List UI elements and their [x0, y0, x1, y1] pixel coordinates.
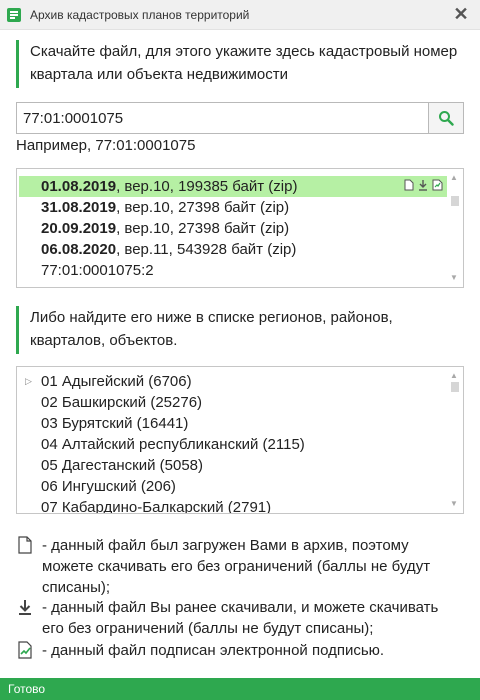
region-item[interactable]: 02 Башкирский (25276): [17, 392, 447, 413]
expand-arrow-icon[interactable]: ▷: [25, 371, 32, 392]
signature-icon: [18, 641, 32, 659]
example-hint: Например, 77:01:0001075: [16, 137, 196, 154]
file-date: 31.08.2019: [41, 199, 117, 216]
legend-downloaded: - данный файл Вы ранее скачивали, и може…: [16, 597, 464, 639]
legend-uploaded: - данный файл был загружен Вами в архив,…: [16, 535, 464, 597]
file-info: , вер.10, 27398 байт (zip): [116, 220, 290, 237]
download-icon: [19, 600, 31, 615]
file-info: , вер.10, 199385 байт (zip): [116, 178, 298, 195]
region-label: 03 Бурятский (16441): [41, 415, 189, 432]
instruction-top: Скачайте файл, для этого укажите здесь к…: [16, 40, 464, 88]
file-item[interactable]: 31.08.2019, вер.10, 27398 байт (zip): [19, 197, 447, 218]
file-date: 20.09.2019: [41, 220, 117, 237]
region-tree-scrollbar[interactable]: ▲ ▼: [448, 368, 462, 512]
file-item[interactable]: 01.08.2019, вер.10, 199385 байт (zip): [19, 176, 447, 197]
file-list[interactable]: 01.08.2019, вер.10, 199385 байт (zip) 31…: [16, 168, 464, 288]
file-info: , вер.10, 27398 байт (zip): [116, 199, 290, 216]
file-date: 06.08.2020: [41, 241, 117, 258]
region-label: 06 Ингушский (206): [41, 478, 176, 495]
status-bar: Готово: [0, 678, 480, 700]
legend-text: - данный файл Вы ранее скачивали, и може…: [42, 599, 439, 637]
region-label: 02 Башкирский (25276): [41, 394, 203, 411]
scroll-up-icon[interactable]: ▲: [450, 173, 458, 183]
cadastral-number-input[interactable]: [16, 102, 429, 134]
search-bar: [16, 102, 464, 134]
document-icon: [18, 536, 32, 554]
region-label: 04 Алтайский республиканский (2115): [41, 436, 305, 453]
search-button[interactable]: [429, 102, 464, 134]
region-label: 01 Адыгейский (6706): [41, 373, 192, 390]
legend-text: - данный файл был загружен Вами в архив,…: [42, 537, 431, 596]
region-item[interactable]: 05 Дагестанский (5058): [17, 455, 447, 476]
legend-signed: - данный файл подписан электронной подпи…: [16, 640, 464, 662]
app-icon: [7, 8, 21, 22]
object-number: 77:01:0001075:2: [41, 262, 154, 279]
file-info: , вер.11, 543928 байт (zip): [116, 241, 297, 258]
scroll-down-icon[interactable]: ▼: [450, 273, 458, 283]
file-item[interactable]: 06.08.2020, вер.11, 543928 байт (zip): [19, 239, 447, 260]
region-item[interactable]: 07 Кабардино-Балкарский (2791): [17, 497, 447, 513]
close-icon[interactable]: ✕: [450, 3, 472, 25]
search-icon: [439, 111, 454, 126]
region-tree[interactable]: ▷ 01 Адыгейский (6706) 02 Башкирский (252…: [16, 366, 464, 514]
file-item[interactable]: 20.09.2019, вер.10, 27398 байт (zip): [19, 218, 447, 239]
scroll-thumb[interactable]: [451, 382, 459, 392]
region-item[interactable]: ▷ 01 Адыгейский (6706): [17, 371, 447, 392]
scroll-up-icon[interactable]: ▲: [450, 371, 458, 381]
file-list-scrollbar[interactable]: ▲ ▼: [448, 170, 462, 286]
region-item[interactable]: 06 Ингушский (206): [17, 476, 447, 497]
object-item[interactable]: 77:01:0001075:2: [19, 260, 447, 281]
signature-icon: [432, 179, 443, 191]
document-icon: [404, 179, 414, 191]
instruction-middle: Либо найдите его ниже в списке регионов,…: [16, 306, 464, 354]
download-icon: [419, 180, 427, 191]
title-bar: Архив кадастровых планов территорий ✕: [0, 0, 480, 30]
window-title: Архив кадастровых планов территорий: [30, 8, 250, 22]
scroll-thumb[interactable]: [451, 196, 459, 206]
region-label: 05 Дагестанский (5058): [41, 457, 204, 474]
file-date: 01.08.2019: [41, 178, 117, 195]
region-item[interactable]: 03 Бурятский (16441): [17, 413, 447, 434]
file-status-icons: [404, 179, 443, 191]
region-label: 07 Кабардино-Балкарский (2791): [41, 499, 272, 513]
legend-text: - данный файл подписан электронной подпи…: [42, 642, 385, 659]
scroll-down-icon[interactable]: ▼: [450, 499, 458, 509]
region-item[interactable]: 04 Алтайский республиканский (2115): [17, 434, 447, 455]
